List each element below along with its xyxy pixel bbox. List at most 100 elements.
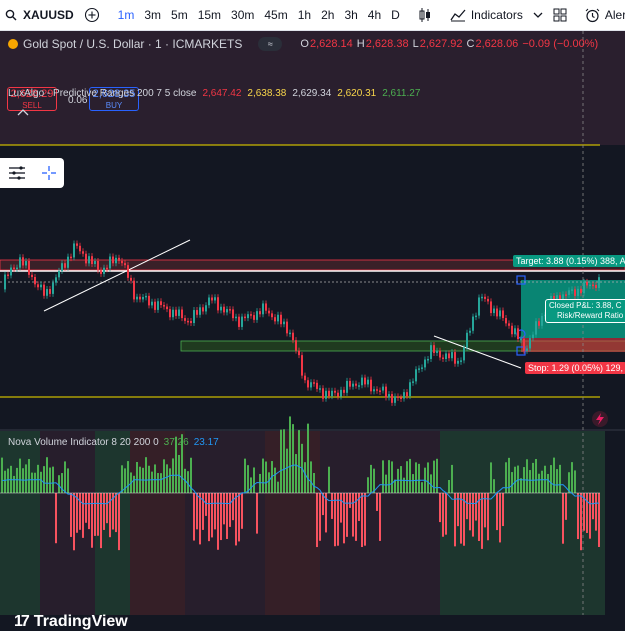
candle-body xyxy=(40,284,42,288)
target-label[interactable]: Target: 3.88 (0.15%) 388, A xyxy=(513,255,625,267)
volume-bar-up xyxy=(397,468,399,493)
layout-button[interactable] xyxy=(548,0,572,30)
timeframe-4h[interactable]: 4h xyxy=(363,8,386,22)
candle-body xyxy=(91,256,93,264)
candle-body xyxy=(190,320,192,324)
candle-body xyxy=(283,321,285,325)
volume-bar-up xyxy=(136,461,138,493)
candle-body xyxy=(358,385,360,387)
chevron-down-icon xyxy=(533,12,543,18)
candle-body xyxy=(385,386,387,398)
open-label: O xyxy=(300,38,309,50)
crosshair-icon[interactable] xyxy=(41,165,57,181)
candle-body xyxy=(379,390,381,392)
collapse-legend-button[interactable] xyxy=(16,107,30,117)
candle-body xyxy=(364,377,366,385)
candle-body xyxy=(31,274,33,277)
candle-body xyxy=(448,353,450,359)
candle-body xyxy=(373,389,375,392)
volume-bar-down xyxy=(496,493,498,531)
symbol-search[interactable]: XAUUSD xyxy=(0,0,79,30)
volume-bar-up xyxy=(418,463,420,493)
candle-body xyxy=(217,297,219,311)
stop-label[interactable]: Stop: 1.29 (0.05%) 129, xyxy=(525,362,625,374)
candle-body xyxy=(394,396,396,403)
candle-body xyxy=(451,352,453,359)
candle-body xyxy=(400,397,402,399)
candle-body xyxy=(100,270,102,274)
closed-pl-label[interactable]: Closed P&L: 3.88, C Risk/Reward Ratio xyxy=(545,299,625,323)
volume-bar-up xyxy=(121,465,123,493)
candle-body xyxy=(202,307,204,312)
legend-title: Gold Spot / U.S. Dollar · 1 · ICMARKETS xyxy=(23,37,243,51)
candle-body xyxy=(415,369,417,382)
volume-bar-down xyxy=(376,493,378,511)
candle-body xyxy=(76,243,78,246)
top-toolbar: XAUUSD 1m 3m 5m 15m 30m 45m 1h 2h 3h 4h D Indicato… xyxy=(0,0,625,31)
candle-body xyxy=(406,392,408,397)
candle-body xyxy=(295,340,297,351)
candle-body xyxy=(541,315,543,326)
volume-bar-down xyxy=(484,493,486,528)
volume-bar-down xyxy=(337,493,339,546)
timeframe-5m[interactable]: 5m xyxy=(166,8,193,22)
volume-bar-up xyxy=(307,423,309,493)
candle-body xyxy=(535,321,537,335)
candle-body xyxy=(466,332,468,348)
timeframe-1m[interactable]: 1m xyxy=(113,8,140,22)
volume-bar-up xyxy=(391,461,393,493)
volume-bar-up xyxy=(43,466,45,493)
chart-type-button[interactable] xyxy=(413,0,437,30)
volume-bar-down xyxy=(217,493,219,550)
candle-body xyxy=(175,309,177,316)
candle-body xyxy=(271,313,273,318)
indicators-menu-button[interactable] xyxy=(528,0,548,30)
candle-body xyxy=(478,297,480,316)
search-icon xyxy=(5,9,17,21)
volume-bar-down xyxy=(442,493,444,537)
menu-icon[interactable] xyxy=(8,166,26,180)
volume-bar-up xyxy=(25,464,27,493)
volume-bar-up xyxy=(532,462,534,493)
legend-toggle[interactable]: ≈ xyxy=(258,37,283,51)
volume-bar-up xyxy=(133,475,135,493)
add-symbol-icon xyxy=(84,7,99,23)
volume-bar-up xyxy=(529,470,531,493)
volume-bar-down xyxy=(457,493,459,527)
candle-body xyxy=(568,290,570,295)
timeframe-3h[interactable]: 3h xyxy=(339,8,362,22)
volume-bar-up xyxy=(154,464,156,493)
add-symbol-button[interactable] xyxy=(79,0,105,30)
candle-body xyxy=(130,277,132,281)
price-chart[interactable] xyxy=(0,31,625,615)
volume-bar-down xyxy=(196,493,198,530)
volume-bar-down xyxy=(340,493,342,523)
luxalgo-value-4: 2,620.31 xyxy=(337,88,377,99)
candle-body xyxy=(265,303,267,311)
chart-area[interactable]: Gold Spot / U.S. Dollar · 1 · ICMARKETS … xyxy=(0,31,625,630)
candle-body xyxy=(247,314,249,319)
alert-button[interactable]: Alert xyxy=(580,0,625,30)
volume-bar-up xyxy=(448,479,450,493)
timeframe-45m[interactable]: 45m xyxy=(259,8,292,22)
timeframe-30m[interactable]: 30m xyxy=(226,8,259,22)
timeframe-D[interactable]: D xyxy=(386,8,405,22)
volume-bar-up xyxy=(517,465,519,493)
candle-body xyxy=(133,280,135,300)
candle-body xyxy=(46,289,48,296)
candle-body xyxy=(457,360,459,364)
flash-button[interactable] xyxy=(592,411,608,427)
indicators-button[interactable]: Indicators xyxy=(445,0,528,30)
candle-body xyxy=(289,332,291,335)
ohlc-close: C2,628.06 xyxy=(463,38,519,50)
volume-bar-down xyxy=(202,493,204,530)
volume-bar-up xyxy=(277,481,279,493)
candle-body xyxy=(232,309,234,319)
timeframe-15m[interactable]: 15m xyxy=(193,8,226,22)
volume-bar-down xyxy=(361,493,363,548)
volume-bar-up xyxy=(370,464,372,493)
timeframe-3m[interactable]: 3m xyxy=(139,8,166,22)
timeframe-1h[interactable]: 1h xyxy=(293,8,316,22)
candle-body xyxy=(322,388,324,399)
timeframe-2h[interactable]: 2h xyxy=(316,8,339,22)
